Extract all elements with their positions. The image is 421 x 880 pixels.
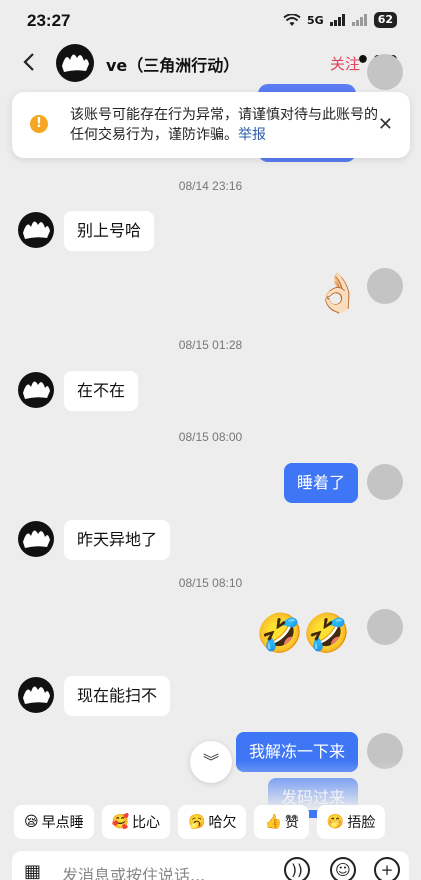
- warning-message: 该账号可能存在行为异常，请谨慎对待与此账号的任何交易行为，谨防诈骗。举报: [70, 105, 380, 145]
- incoming-message: 别上号哈: [64, 211, 155, 251]
- status-time: 23:27: [27, 11, 71, 30]
- quick-reply-bar: 😪 早点睡 🥰 比心 🥱 哈欠 👍 赞 🤭 捂脸: [0, 805, 421, 843]
- contact-avatar[interactable]: [18, 521, 54, 557]
- message-input[interactable]: 发消息或按住说话...: [62, 862, 205, 880]
- timestamp: 08/15 01:28: [178, 338, 243, 352]
- sleepy-emoji-icon: 😪: [24, 814, 39, 830]
- thumbs-up-icon: 👍: [264, 814, 282, 830]
- quick-reply-label: 赞: [284, 815, 299, 831]
- quick-reply-label: 比心: [132, 815, 161, 831]
- heart-emoji-icon: 🥰: [111, 814, 130, 830]
- warning-icon: !: [30, 115, 48, 133]
- facepalm-emoji-icon: 🤭: [326, 814, 345, 830]
- voice-icon[interactable]: )): [284, 857, 310, 880]
- incoming-message: 昨天异地了: [64, 520, 171, 560]
- warning-text: 该账号可能存在行为异常，请谨慎对待与此账号的任何交易行为，谨防诈骗。: [70, 107, 378, 143]
- contact-name: ve（三角洲行动）: [106, 56, 240, 75]
- my-avatar: [367, 609, 403, 645]
- back-icon[interactable]: [18, 50, 42, 74]
- chat-header: ve（三角洲行动） 关注 •••: [0, 42, 421, 84]
- quick-reply-like[interactable]: 👍 赞: [254, 805, 309, 839]
- apps-grid-icon[interactable]: ▦: [24, 861, 41, 880]
- incoming-message: 在不在: [64, 371, 139, 411]
- chevron-down-icon: ︾: [202, 752, 219, 771]
- wifi-icon: [283, 13, 301, 26]
- quick-reply-sleep[interactable]: 😪 早点睡: [14, 805, 94, 839]
- timestamp: 08/15 08:00: [178, 430, 243, 444]
- my-avatar: [367, 268, 403, 304]
- contact-avatar[interactable]: [18, 677, 54, 713]
- timestamp: 08/14 23:16: [178, 179, 243, 193]
- risk-warning-banner: ! 该账号可能存在行为异常，请谨慎对待与此账号的任何交易行为，谨防诈骗。举报 ✕: [12, 92, 410, 158]
- status-icons: 5G 62: [283, 12, 397, 28]
- ok-hand-emoji-message: 👌🏻: [314, 271, 362, 315]
- signal-icon: [329, 14, 345, 26]
- my-avatar: [367, 54, 403, 90]
- timestamp: 08/15 08:10: [178, 576, 243, 590]
- quick-reply-label: 捂脸: [347, 815, 376, 831]
- status-bar: 23:27 5G 62: [0, 0, 421, 42]
- quick-reply-label: 早点睡: [41, 815, 84, 831]
- incoming-message: 现在能扫不: [64, 676, 171, 716]
- contact-avatar[interactable]: [56, 44, 94, 82]
- signal-off-icon: [351, 14, 367, 26]
- laughing-emoji-message: 🤣🤣: [256, 611, 351, 655]
- network-label: 5G: [307, 13, 324, 27]
- quick-reply-heart[interactable]: 🥰 比心: [101, 805, 171, 839]
- contact-avatar[interactable]: [18, 372, 54, 408]
- quick-reply-yawn[interactable]: 🥱 哈欠: [178, 805, 247, 839]
- contact-avatar[interactable]: [18, 212, 54, 248]
- plus-icon[interactable]: +: [374, 857, 400, 880]
- quick-reply-facepalm[interactable]: 🤭 捂脸: [316, 805, 386, 839]
- emoji-icon[interactable]: ☺: [330, 857, 356, 880]
- quick-reply-label: 哈欠: [208, 815, 237, 831]
- outgoing-message: 睡着了: [283, 463, 358, 503]
- close-icon[interactable]: ✕: [378, 114, 393, 135]
- yawn-emoji-icon: 🥱: [188, 814, 206, 830]
- my-avatar: [367, 464, 403, 500]
- battery-icon: 62: [373, 12, 397, 28]
- message-input-bar: ▦ 发消息或按住说话... )) ☺ +: [12, 851, 409, 880]
- scroll-to-bottom-button[interactable]: ︾: [190, 741, 232, 783]
- report-link[interactable]: 举报: [238, 127, 266, 143]
